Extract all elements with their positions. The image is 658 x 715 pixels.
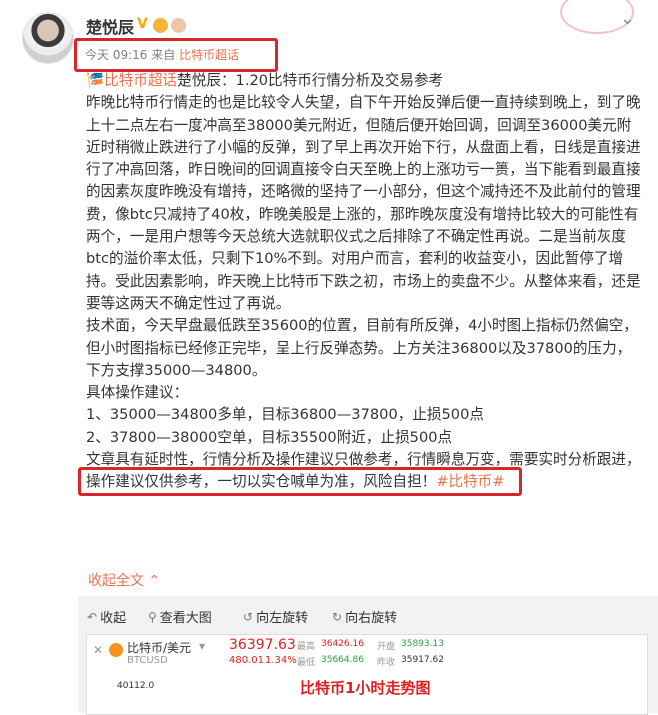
advice-item-2: 2、37800—38000空单，目标35500附近，止损500点 xyxy=(86,428,453,446)
topic-link[interactable]: 比特币超话 xyxy=(104,72,177,89)
open-value: 35893.13 xyxy=(401,639,444,649)
paragraph-technical: 技术面，今天早盘最低跌至35600的位置，目前有所反弹，4小时图上指标仍然偏空，… xyxy=(86,317,638,379)
image-toolbar: ↶ 收起 ⚲ 查看大图 ↺ 向左旋转 ↻ 向右旋转 xyxy=(78,596,658,632)
image-viewer: ↶ 收起 ⚲ 查看大图 ↺ 向左旋转 ↻ 向右旋转 ✕ 比特币/美元 ▾ BTC… xyxy=(78,596,658,715)
advice-title: 具体操作建议： xyxy=(86,384,189,402)
rotate-right-button[interactable]: ↻ 向右旋转 xyxy=(332,607,398,627)
verified-badge-icon: V xyxy=(137,16,148,32)
bitcoin-icon xyxy=(109,643,123,657)
open-label: 开盘 xyxy=(377,642,396,652)
prev-close-value: 35917.62 xyxy=(401,655,444,665)
highlight-box-meta xyxy=(74,38,278,72)
topic-icon: 🎏 xyxy=(86,72,105,89)
rotate-right-label: 向右旋转 xyxy=(345,611,398,626)
low-label: 最低 xyxy=(297,658,316,668)
chart-caption: 比特币1小时走势图 xyxy=(300,679,431,697)
author-name[interactable]: 楚悦辰 xyxy=(86,14,134,38)
rotate-left-button[interactable]: ↺ 向左旋转 xyxy=(243,607,309,627)
price-change-pct: 1.34% xyxy=(265,655,297,666)
pair-code: BTCUSD xyxy=(127,655,168,666)
paragraph-market: 昨晚比特币行情走的也是比较令人失望，自下午开始反弹后便一直持续到晚上，到了晚上十… xyxy=(86,94,641,312)
view-large-button[interactable]: ⚲ 查看大图 xyxy=(148,607,212,627)
advice-item-1: 1、35000—34800多单，目标36800—37800，止损500点 xyxy=(86,406,484,424)
magnifier-icon: ⚲ xyxy=(148,609,157,624)
fold-label: 收起全文 xyxy=(88,573,144,589)
collapse-arrow-icon: ↶ xyxy=(87,609,98,624)
high-value: 36426.16 xyxy=(321,639,364,649)
highlight-box-advice xyxy=(78,467,522,496)
view-large-label: 查看大图 xyxy=(159,611,212,626)
monkey-badge-icon xyxy=(171,18,186,33)
price-change: 480.01 xyxy=(229,655,264,666)
post-content: 🎏比特币超话楚悦辰：1.20比特币行情分析及交易参考 昨晚比特币行情走的也是比较… xyxy=(86,70,642,494)
chart-screenshot[interactable]: ✕ 比特币/美元 ▾ BTCUSD 36397.63 480.01 1.34% … xyxy=(86,634,648,715)
rotate-right-icon: ↻ xyxy=(332,609,343,624)
high-label: 最高 xyxy=(297,642,316,652)
fan-badge-icon xyxy=(153,18,168,33)
low-value: 35664.86 xyxy=(321,655,364,665)
dropdown-icon: ▾ xyxy=(199,639,206,653)
post-title: 楚悦辰：1.20比特币行情分析及交易参考 xyxy=(177,72,444,89)
chevron-down-icon[interactable]: ⌄ xyxy=(620,8,635,29)
chevron-up-icon: ⌃ xyxy=(148,573,161,589)
rotate-left-label: 向左旋转 xyxy=(256,611,309,626)
axis-value: 40112.0 xyxy=(117,681,155,691)
avatar[interactable] xyxy=(22,12,74,64)
current-price: 36397.63 xyxy=(229,637,296,653)
pair-name: 比特币/美元 xyxy=(127,641,192,655)
collapse-label: 收起 xyxy=(100,611,127,626)
fold-button[interactable]: 收起全文 ⌃ xyxy=(88,570,160,590)
collapse-image-button[interactable]: ↶ 收起 xyxy=(87,607,127,627)
close-icon: ✕ xyxy=(93,643,104,657)
rotate-left-icon: ↺ xyxy=(243,609,254,624)
prev-close-label: 昨收 xyxy=(377,658,396,668)
